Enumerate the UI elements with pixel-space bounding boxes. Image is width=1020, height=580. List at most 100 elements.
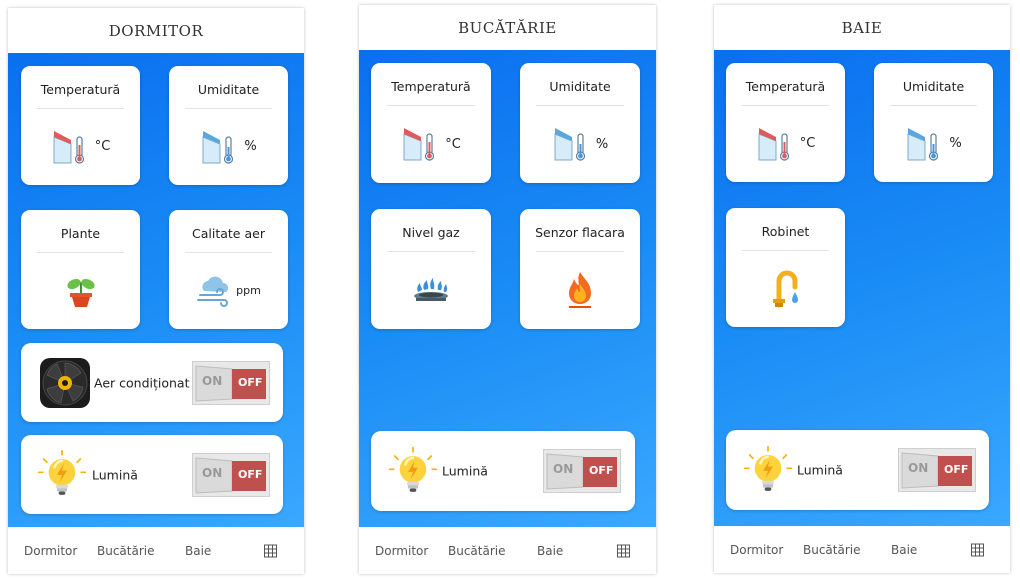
- divider: [37, 108, 124, 109]
- cloud-wind-icon: [197, 276, 229, 307]
- divider: [387, 105, 475, 106]
- card-body: %: [874, 113, 993, 174]
- temperature-unit: °C: [94, 139, 111, 154]
- card-body: %: [169, 116, 288, 177]
- toggle-on-label: ON: [908, 461, 929, 475]
- humidity-icon: [200, 127, 240, 167]
- content-area: Temperatură °C Umiditate % Nivel gaz Sen…: [359, 50, 656, 527]
- grid-icon[interactable]: [264, 544, 277, 557]
- card-title: Umiditate: [197, 82, 260, 97]
- card-title: Umiditate: [549, 79, 611, 94]
- card-body: [371, 259, 491, 321]
- light-bulb-icon: [37, 449, 87, 499]
- card-body: ppm: [169, 260, 288, 321]
- gas-level-card[interactable]: Nivel gaz: [371, 209, 491, 329]
- nav-dormitor[interactable]: Dormitor: [375, 544, 428, 558]
- card-title: Plante: [60, 226, 101, 241]
- phone-bucatarie: BUCĂTĂRIE Temperatură °C Umiditate % Niv…: [359, 5, 656, 574]
- divider: [536, 105, 624, 106]
- bottom-nav: Dormitor Bucătărie Baie: [714, 526, 1010, 573]
- humidity-card[interactable]: Umiditate %: [169, 66, 288, 185]
- card-title: Robinet: [761, 224, 810, 239]
- light-card: Lumină ON OFF: [726, 430, 989, 510]
- light-label: Lumină: [442, 463, 488, 479]
- grid-icon[interactable]: [971, 543, 984, 556]
- divider: [536, 251, 624, 252]
- phone-baie: BAIE Temperatură °C Umiditate % Robinet: [714, 5, 1010, 573]
- divider: [742, 250, 829, 251]
- air-quality-unit: ppm: [236, 284, 261, 297]
- thermometer-icon: [756, 124, 796, 164]
- light-card: Lumină ON OFF: [21, 435, 283, 514]
- flame-sensor-card[interactable]: Senzor flacara: [520, 209, 640, 329]
- divider: [37, 252, 124, 253]
- faucet-icon: [772, 270, 798, 307]
- toggle-on-label: ON: [202, 373, 223, 388]
- light-label: Lumină: [797, 462, 843, 478]
- nav-bucatarie[interactable]: Bucătărie: [803, 543, 861, 557]
- flame-icon: [569, 272, 591, 308]
- light-toggle[interactable]: ON OFF: [543, 449, 621, 493]
- card-title: Nivel gaz: [402, 225, 460, 240]
- divider: [890, 105, 977, 106]
- card-title: Temperatură: [745, 79, 826, 94]
- nav-baie[interactable]: Baie: [537, 544, 563, 558]
- card-body: °C: [371, 113, 491, 175]
- air-quality-card[interactable]: Calitate aer ppm: [169, 210, 288, 329]
- humidity-icon: [552, 124, 592, 164]
- card-body: [520, 259, 640, 321]
- card-title: Temperatură: [40, 82, 121, 97]
- toggle-off-label: OFF: [589, 464, 614, 477]
- nav-bucatarie[interactable]: Bucătărie: [97, 544, 155, 558]
- bottom-nav: Dormitor Bucătărie Baie: [8, 527, 304, 574]
- light-label: Lumină: [92, 467, 138, 482]
- card-body: [726, 258, 845, 319]
- page-title: BAIE: [714, 5, 1010, 50]
- humidity-icon: [905, 124, 945, 164]
- nav-dormitor[interactable]: Dormitor: [730, 543, 783, 557]
- humidity-card[interactable]: Umiditate %: [520, 63, 640, 183]
- nav-baie[interactable]: Baie: [185, 544, 211, 558]
- card-title: Senzor flacara: [535, 225, 625, 240]
- bottom-nav: Dormitor Bucătărie Baie: [359, 527, 656, 574]
- ac-label: Aer condiționat: [94, 375, 190, 390]
- humidity-unit: %: [595, 136, 609, 152]
- phone-dormitor: DORMITOR Temperatură °C Umiditate % Plan…: [8, 8, 304, 574]
- light-toggle[interactable]: ON OFF: [192, 453, 270, 497]
- humidity-unit: %: [244, 139, 257, 154]
- page-title: DORMITOR: [8, 8, 304, 53]
- card-body: °C: [21, 116, 140, 177]
- page-title: BUCĂTĂRIE: [359, 5, 656, 50]
- temperature-card[interactable]: Temperatură °C: [21, 66, 140, 185]
- nav-baie[interactable]: Baie: [891, 543, 917, 557]
- divider: [185, 252, 272, 253]
- thermometer-icon: [401, 124, 441, 164]
- thermometer-icon: [51, 127, 91, 167]
- nav-dormitor[interactable]: Dormitor: [24, 544, 77, 558]
- grid-icon[interactable]: [617, 544, 630, 557]
- toggle-on-label: ON: [553, 462, 574, 476]
- toggle-on-label: ON: [202, 465, 223, 480]
- temperature-unit: °C: [445, 136, 461, 152]
- toggle-off-label: OFF: [238, 375, 263, 389]
- divider: [387, 251, 475, 252]
- plants-card[interactable]: Plante: [21, 210, 140, 329]
- divider: [742, 105, 829, 106]
- temperature-card[interactable]: Temperatură °C: [726, 63, 845, 182]
- toggle-off-label: OFF: [944, 463, 969, 476]
- temperature-card[interactable]: Temperatură °C: [371, 63, 491, 183]
- card-title: Calitate aer: [192, 226, 265, 241]
- card-title: Temperatură: [391, 79, 471, 94]
- light-bulb-icon: [743, 445, 793, 495]
- faucet-card[interactable]: Robinet: [726, 208, 845, 327]
- light-toggle[interactable]: ON OFF: [898, 448, 976, 492]
- ac-toggle[interactable]: ON OFF: [192, 361, 270, 405]
- humidity-unit: %: [949, 136, 962, 151]
- card-body: °C: [726, 113, 845, 174]
- divider: [185, 108, 272, 109]
- card-body: [21, 260, 140, 321]
- fan-icon: [40, 358, 90, 408]
- humidity-card[interactable]: Umiditate %: [874, 63, 993, 182]
- nav-bucatarie[interactable]: Bucătărie: [448, 544, 506, 558]
- content-area: Temperatură °C Umiditate % Plante Calita…: [8, 53, 304, 527]
